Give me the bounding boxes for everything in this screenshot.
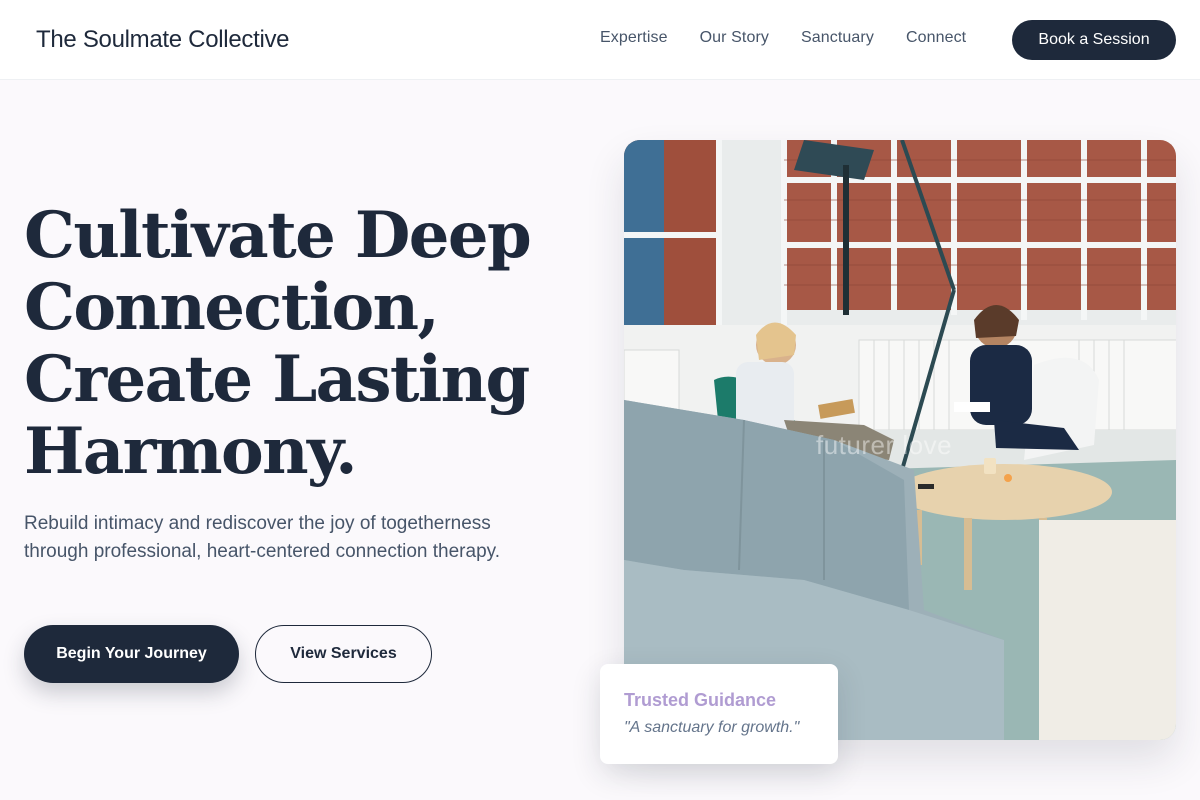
hero-title-line: Cultivate Deep — [24, 198, 532, 273]
hero-title-line: Connection, — [24, 270, 440, 345]
view-services-button[interactable]: View Services — [255, 625, 432, 683]
trust-card-quote: "A sanctuary for growth." — [624, 719, 800, 736]
brand-logo[interactable]: The Soulmate Collective — [36, 26, 290, 54]
hero-title-line: Create Lasting — [24, 342, 530, 417]
book-session-button[interactable]: Book a Session — [1012, 20, 1176, 60]
begin-journey-button[interactable]: Begin Your Journey — [24, 625, 239, 683]
hero-title-line: Harmony. — [24, 414, 358, 489]
photo-watermark: futurer love — [816, 430, 953, 460]
trusted-guidance-card: Trusted Guidance "A sanctuary for growth… — [600, 664, 838, 764]
site-header: The Soulmate Collective Expertise Our St… — [0, 0, 1200, 80]
nav-link-expertise[interactable]: Expertise — [600, 29, 668, 47]
hero-subtitle: Rebuild intimacy and rediscover the joy … — [24, 513, 501, 562]
trust-card-title: Trusted Guidance — [624, 690, 777, 710]
nav-link-sanctuary[interactable]: Sanctuary — [801, 29, 874, 47]
nav-link-connect[interactable]: Connect — [906, 29, 966, 47]
main-nav: Expertise Our Story Sanctuary Connect — [600, 29, 998, 47]
hero-title: Cultivate Deep Connection, Create Lastin… — [24, 200, 584, 488]
nav-link-our-story[interactable]: Our Story — [700, 29, 769, 47]
